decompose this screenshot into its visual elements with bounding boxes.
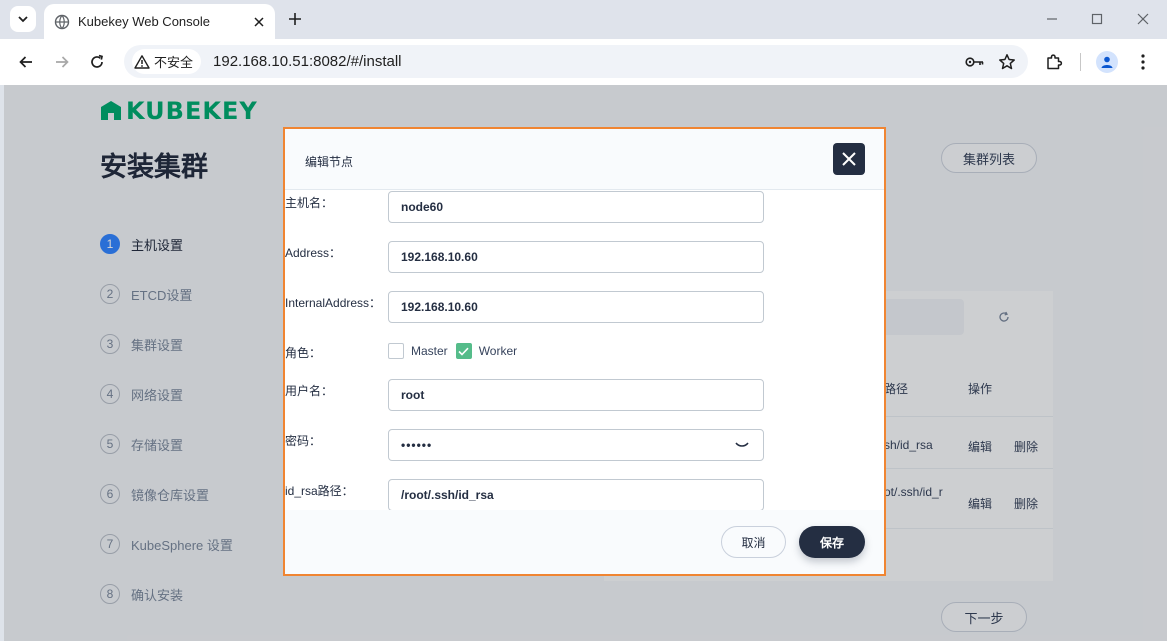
security-label: 不安全: [154, 55, 194, 70]
dialog-footer: 取消 保存: [285, 510, 884, 574]
password-input[interactable]: ••••••: [388, 429, 764, 461]
minimize-button[interactable]: [1039, 6, 1065, 32]
maximize-button[interactable]: [1084, 6, 1110, 32]
browser-tab-bar: Kubekey Web Console: [0, 0, 1167, 39]
more-vertical-icon: [1141, 54, 1145, 70]
address-label: Address：: [285, 246, 342, 260]
maximize-icon: [1091, 13, 1103, 25]
toolbar-divider: [1080, 53, 1081, 71]
hostname-value: node60: [401, 200, 444, 214]
dialog-body: 主机名： node60 Address： 192.168.10.60 Inter…: [285, 190, 884, 510]
chevron-down-icon: [18, 16, 28, 23]
dialog-title: 编辑节点: [305, 155, 354, 169]
url-text: 192.168.10.51:8082/#/install: [213, 53, 402, 70]
person-icon: [1101, 56, 1113, 68]
password-visibility-toggle[interactable]: [733, 438, 751, 452]
password-key-button[interactable]: [964, 51, 986, 73]
master-checkbox[interactable]: [388, 343, 404, 359]
bookmark-button[interactable]: [996, 51, 1018, 73]
tab-search-button[interactable]: [10, 6, 36, 32]
new-tab-button[interactable]: [284, 8, 306, 30]
arrow-right-icon: [56, 56, 69, 68]
address-bar[interactable]: 不安全 192.168.10.51:8082/#/install: [124, 45, 1028, 78]
tab-close-button[interactable]: [249, 12, 269, 32]
address-value: 192.168.10.60: [401, 250, 478, 264]
forward-button[interactable]: [50, 50, 74, 74]
check-icon: [458, 347, 469, 356]
internal-address-input[interactable]: 192.168.10.60: [388, 291, 764, 323]
eye-closed-icon: [735, 442, 749, 447]
reload-icon: [91, 54, 103, 68]
key-icon: [965, 56, 984, 67]
browser-toolbar: 不安全 192.168.10.51:8082/#/install: [0, 39, 1167, 85]
password-label: 密码：: [285, 434, 322, 448]
browser-menu-button[interactable]: [1131, 50, 1155, 74]
close-icon: [1137, 13, 1149, 25]
worker-checkbox[interactable]: [455, 343, 472, 359]
avatar: [1096, 51, 1118, 73]
username-input[interactable]: root: [388, 379, 764, 411]
internal-address-value: 192.168.10.60: [401, 300, 478, 314]
dialog-close-button[interactable]: [833, 143, 865, 175]
worker-label[interactable]: Worker: [479, 344, 517, 358]
hostname-input[interactable]: node60: [388, 191, 764, 223]
back-button[interactable]: [14, 50, 38, 74]
warning-icon: [134, 54, 150, 69]
edit-node-dialog: 编辑节点 主机名： node60 Address： 192.168.10.60 …: [283, 127, 886, 576]
id-rsa-label: id_rsa路径：: [285, 484, 354, 498]
cancel-button[interactable]: 取消: [721, 526, 786, 558]
save-button[interactable]: 保存: [799, 526, 865, 558]
reload-button[interactable]: [85, 50, 109, 74]
username-label: 用户名：: [285, 384, 334, 398]
close-icon: [254, 16, 264, 27]
hostname-label: 主机名：: [285, 196, 334, 210]
id-rsa-input[interactable]: /root/.ssh/id_rsa: [388, 479, 764, 510]
role-options: Master Worker: [388, 343, 525, 359]
puzzle-icon: [1047, 54, 1063, 70]
extensions-button[interactable]: [1042, 50, 1066, 74]
minimize-icon: [1047, 18, 1057, 20]
tab-title: Kubekey Web Console: [78, 14, 211, 29]
browser-tab[interactable]: Kubekey Web Console: [44, 4, 275, 39]
master-label[interactable]: Master: [411, 344, 448, 358]
arrow-left-icon: [19, 56, 32, 68]
username-value: root: [401, 388, 425, 402]
security-indicator[interactable]: 不安全: [132, 49, 202, 74]
close-icon: [842, 152, 856, 166]
globe-icon: [54, 14, 70, 29]
password-value: ••••••: [401, 438, 433, 452]
internal-address-label: InternalAddress：: [285, 296, 382, 310]
window-close-button[interactable]: [1130, 6, 1156, 32]
address-input[interactable]: 192.168.10.60: [388, 241, 764, 273]
star-icon: [999, 53, 1015, 69]
role-label: 角色：: [285, 346, 322, 360]
id-rsa-value: /root/.ssh/id_rsa: [401, 488, 494, 502]
profile-button[interactable]: [1095, 50, 1119, 74]
plus-icon: [289, 13, 301, 25]
dialog-header: 编辑节点: [285, 129, 884, 190]
